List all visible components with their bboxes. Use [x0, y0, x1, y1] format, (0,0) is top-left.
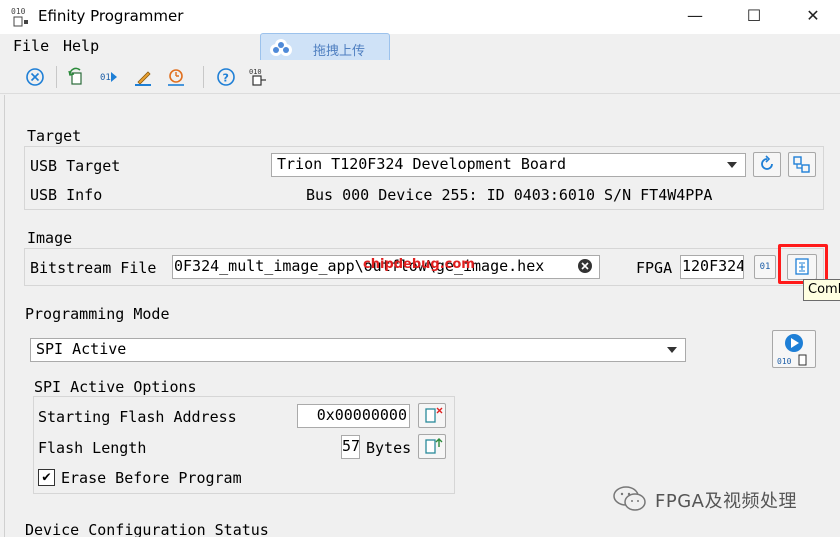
menu-bar — [0, 34, 840, 58]
start-address-value: 0x00000000 — [316, 406, 407, 424]
binary-icon[interactable]: 010 — [249, 67, 269, 87]
start-address-input[interactable]: 0x00000000 — [297, 404, 410, 428]
svg-text:01: 01 — [100, 73, 111, 83]
flash-length-unit: Bytes — [366, 439, 412, 457]
fpga-select-button[interactable]: 01 — [754, 255, 776, 279]
upload-label: 拖拽上传 — [313, 44, 366, 59]
combine-tooltip: Comb — [803, 279, 840, 301]
clear-icon[interactable] — [577, 258, 593, 274]
svg-text:?: ? — [223, 72, 229, 85]
programming-mode-value: SPI Active — [36, 340, 127, 358]
flash-length-value: 57 — [342, 437, 360, 455]
fpga-label: FPGA — [636, 259, 673, 277]
usb-target-select[interactable]: Trion T120F324 Development Board — [271, 153, 746, 177]
flash-length-input[interactable]: 57 — [341, 435, 360, 459]
refresh-icon — [761, 155, 773, 170]
app-icon: 010 — [11, 6, 33, 28]
program-icon[interactable]: 01 — [99, 67, 119, 87]
highlight-box — [778, 244, 828, 284]
start-program-icon: 010 — [777, 334, 807, 366]
cloud-upload-icon — [270, 39, 292, 56]
programming-mode-label: Programming Mode — [25, 305, 170, 323]
clear-address-button[interactable] — [418, 403, 446, 428]
svg-text:010: 010 — [11, 7, 26, 16]
select-target-button[interactable] — [788, 152, 816, 177]
erase-checkbox[interactable]: ✔ — [38, 469, 55, 486]
stop-icon[interactable] — [25, 67, 45, 87]
start-program-button[interactable]: 010 — [772, 330, 816, 368]
erase-label: Erase Before Program — [61, 469, 242, 487]
menu-file[interactable]: File — [13, 37, 49, 55]
upload-badge[interactable]: 拖拽上传 — [260, 33, 390, 63]
flash-length-button[interactable] — [418, 434, 446, 459]
start-address-label: Starting Flash Address — [38, 408, 237, 426]
toolbar — [0, 60, 840, 94]
window-title: Efinity Programmer — [38, 7, 184, 25]
edit-icon[interactable] — [133, 67, 153, 87]
usb-target-label: USB Target — [30, 157, 121, 175]
chevron-down-icon — [727, 162, 737, 168]
device-status-label: Device Configuration Status — [25, 521, 269, 537]
maximize-button[interactable]: ☐ — [731, 0, 777, 32]
image-section-label: Image — [27, 229, 73, 247]
hierarchy-icon — [793, 156, 810, 173]
minimize-button[interactable]: — — [672, 0, 718, 32]
refresh-target-icon[interactable] — [66, 67, 86, 87]
svg-text:010: 010 — [249, 68, 262, 76]
fpga-field[interactable]: 120F324 — [680, 255, 744, 279]
bitstream-file-value: 0F324_mult_image_app\outflow\ge_image.he… — [174, 257, 545, 275]
toolbar-separator — [56, 66, 57, 88]
toolbar-separator — [203, 66, 204, 88]
usb-info-value: Bus 000 Device 255: ID 0403:6010 S/N FT4… — [306, 186, 713, 204]
target-section-label: Target — [27, 127, 82, 145]
close-button[interactable]: ✕ — [790, 0, 836, 32]
programming-mode-select[interactable]: SPI Active — [30, 338, 686, 362]
svg-text:010: 010 — [777, 357, 792, 366]
refresh-button[interactable] — [753, 152, 781, 177]
watermark-text: FPGA及视频处理 — [655, 491, 797, 512]
bitstream-label: Bitstream File — [30, 259, 157, 277]
chip-upload-icon — [425, 438, 443, 454]
chevron-down-icon — [667, 347, 677, 353]
usb-info-label: USB Info — [30, 186, 103, 204]
fpga-value: 120F324 — [682, 257, 744, 275]
spi-options-label: SPI Active Options — [34, 378, 197, 396]
help-icon[interactable]: ? — [216, 67, 236, 87]
menu-help[interactable]: Help — [63, 37, 99, 55]
wechat-icon — [612, 485, 648, 517]
watermark-overlay-text: chipdebug.com — [363, 257, 475, 272]
usb-target-value: Trion T120F324 Development Board — [277, 155, 566, 173]
chip-clear-icon — [425, 407, 443, 423]
timer-icon[interactable] — [166, 67, 186, 87]
flash-length-label: Flash Length — [38, 439, 147, 457]
